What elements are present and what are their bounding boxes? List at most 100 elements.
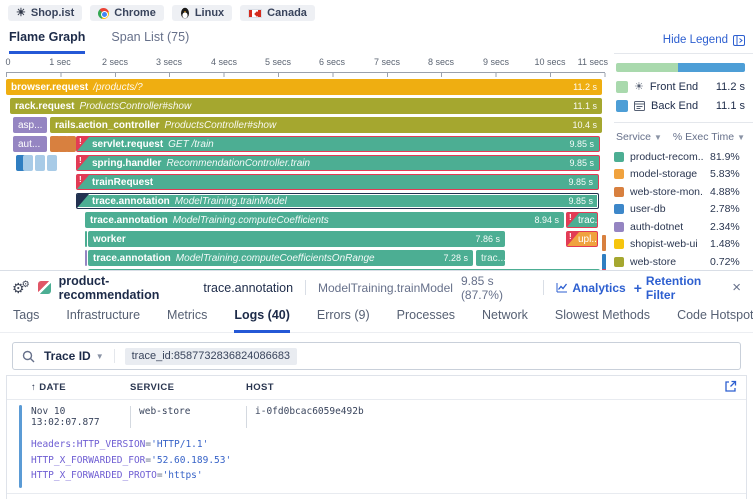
service-color-chip [614, 187, 624, 197]
tab-span-list[interactable]: Span List (75) [111, 30, 189, 54]
axis-tick-label: 5 secs [265, 57, 291, 67]
analytics-link[interactable]: Analytics [556, 281, 625, 295]
tab-flame-graph[interactable]: Flame Graph [9, 30, 85, 54]
error-badge-icon: ! [77, 137, 89, 151]
span-bar-servlet-request[interactable]: ! servlet.request GET /train 9.85 s [76, 136, 600, 152]
tab-code-hotspots[interactable]: Code HotspotsBETA [677, 304, 753, 330]
tab-logs[interactable]: Logs (40) [234, 304, 290, 333]
legend-back-end-row[interactable]: Back End 11.1 s [614, 93, 753, 112]
sort-arrow-icon: ↑ [31, 382, 36, 393]
column-service[interactable]: SERVICE [130, 382, 246, 393]
sort-service-header[interactable]: Service ▼ [616, 131, 662, 143]
service-pct: 2.34% [710, 221, 743, 233]
span-bar-rails-action-controller[interactable]: rails.action_controller ProductsControll… [50, 117, 602, 133]
front-end-value: 11.2 s [716, 81, 745, 93]
axis-tick-label: 1 sec [49, 57, 71, 67]
shopist-logo-icon: ☀ [16, 8, 26, 19]
log-search-bar[interactable]: Trace ID ▼ trace_id:8587732836824086683 [12, 342, 741, 370]
span-bar-rack-request[interactable]: rack.request ProductsController#show 11.… [10, 98, 602, 114]
span-bar-small[interactable] [602, 254, 606, 270]
tab-errors[interactable]: Errors (9) [317, 304, 370, 330]
span-duration: 9.85 s [563, 139, 594, 149]
span-bar-upload-error[interactable]: ! upl... [566, 231, 598, 247]
span-bar-train-model-selected[interactable]: trace.annotation ModelTraining.trainMode… [76, 193, 599, 209]
flame-graph[interactable]: 0 1 sec 2 secs 3 secs 4 secs 5 secs 6 se… [0, 57, 610, 270]
tag-shopist[interactable]: ☀Shop.ist [8, 5, 82, 21]
span-bar-small[interactable] [66, 136, 76, 152]
service-row-model-storage[interactable]: model-storage 5.83% [614, 166, 753, 184]
plus-icon: + [634, 280, 642, 296]
span-bar-asp[interactable]: asp... [13, 117, 47, 133]
log-severity-bar [19, 405, 22, 488]
detail-span-type: trace.annotation [203, 281, 293, 295]
search-scope-dropdown[interactable]: Trace ID ▼ [44, 349, 115, 363]
span-bar-small[interactable] [35, 155, 45, 171]
span-bar-small[interactable] [85, 231, 87, 247]
service-row-auth-dotnet[interactable]: auth-dotnet 2.34% [614, 218, 753, 236]
span-bar-spring-handler[interactable]: ! spring.handler RecommendationControlle… [76, 155, 600, 171]
service-row-web-store[interactable]: web-store 0.72% [614, 253, 753, 271]
server-icon [634, 101, 645, 111]
sort-exec-time-header[interactable]: % Exec Time ▼ [673, 131, 745, 143]
retention-filter-link[interactable]: + Retention Filter [634, 274, 725, 302]
span-bar-aut[interactable]: aut... [13, 136, 47, 152]
search-scope-label: Trace ID [44, 349, 91, 363]
span-bar-browser-request[interactable]: browser.request /products/? 11.2 s [6, 79, 602, 95]
retention-filter-label: Retention Filter [646, 274, 724, 302]
tag-linux[interactable]: Linux [172, 5, 232, 21]
tab-metrics[interactable]: Metrics [167, 304, 207, 330]
axis-tick-label: 4 secs [211, 57, 237, 67]
detail-tabs: Tags Infrastructure Metrics Logs (40) Er… [0, 304, 753, 333]
span-resource: GET /train [168, 139, 214, 150]
span-bar-small[interactable] [47, 155, 57, 171]
service-row-product-recommendation[interactable]: product-recom... 81.9% [614, 148, 753, 166]
span-bar-small[interactable] [23, 155, 33, 171]
log-row[interactable]: Nov 10 13:02:07.877 web-store i-0fd0bcac… [7, 399, 746, 493]
service-row-web-store-mongo[interactable]: web-store-mon... 4.88% [614, 183, 753, 201]
span-bar-trac-error[interactable]: ! trac... [566, 212, 598, 228]
service-name: user-db [630, 203, 704, 215]
time-axis-ticks [6, 73, 606, 77]
tag-canada[interactable]: Canada [240, 5, 315, 21]
tab-processes[interactable]: Processes [397, 304, 455, 330]
span-name: asp... [18, 120, 42, 131]
view-tabs: Flame Graph Span List (75) [9, 30, 189, 54]
service-name: web-store-mon... [630, 186, 704, 198]
span-duration: 10.4 s [566, 120, 597, 130]
tab-slowest-methods[interactable]: Slowest Methods [555, 304, 650, 330]
tab-tags[interactable]: Tags [13, 304, 39, 330]
span-bar-compute-coefficients[interactable]: trace.annotation ModelTraining.computeCo… [85, 212, 564, 228]
sort-caret-icon: ▼ [654, 133, 662, 142]
column-host[interactable]: HOST [246, 382, 274, 393]
span-bar-small[interactable] [602, 235, 606, 251]
hide-legend-link[interactable]: Hide Legend [614, 34, 753, 46]
log-row[interactable]: Nov 10 13:02:08.000 product-recommendati… [7, 493, 746, 499]
tag-label: Chrome [114, 7, 156, 19]
tab-network[interactable]: Network [482, 304, 528, 330]
collapse-panel-icon [733, 35, 745, 46]
settings-gears-icon[interactable]: ⚙⚙ [12, 280, 30, 295]
span-bar-worker[interactable]: worker 7.86 s [88, 231, 505, 247]
search-query-token[interactable]: trace_id:8587732836824086683 [125, 348, 297, 365]
axis-tick-label: 7 secs [374, 57, 400, 67]
browser-app-icon: ☀ [634, 82, 644, 93]
span-resource: /products/? [93, 82, 142, 93]
span-name: rack.request [15, 101, 74, 112]
tag-chrome[interactable]: Chrome [90, 5, 164, 21]
trace-view: ☀Shop.ist Chrome Linux Canada Flame Grap… [0, 0, 753, 499]
service-color-chip [614, 152, 624, 162]
span-bar-compute-coefficients-on-range[interactable]: trace.annotation ModelTraining.computeCo… [88, 250, 473, 266]
span-bar-trac-small[interactable]: trac... [476, 250, 505, 266]
column-date[interactable]: ↑ DATE [31, 382, 130, 393]
open-in-log-explorer-icon[interactable] [724, 380, 737, 393]
legend-front-end-row[interactable]: ☀ Front End 11.2 s [614, 74, 753, 93]
close-icon[interactable]: × [732, 279, 741, 296]
error-badge-icon: ! [77, 156, 89, 170]
span-detail-header: ⚙⚙ product-recommendation trace.annotati… [0, 271, 753, 304]
service-row-user-db[interactable]: user-db 2.78% [614, 201, 753, 219]
span-bar-train-request[interactable]: ! trainRequest 9.85 s [76, 174, 599, 190]
service-row-shopist-web-ui[interactable]: shopist-web-ui 1.48% [614, 236, 753, 254]
tab-infrastructure[interactable]: Infrastructure [66, 304, 140, 330]
span-bar-small[interactable] [85, 250, 87, 266]
log-service: web-store [130, 406, 246, 428]
